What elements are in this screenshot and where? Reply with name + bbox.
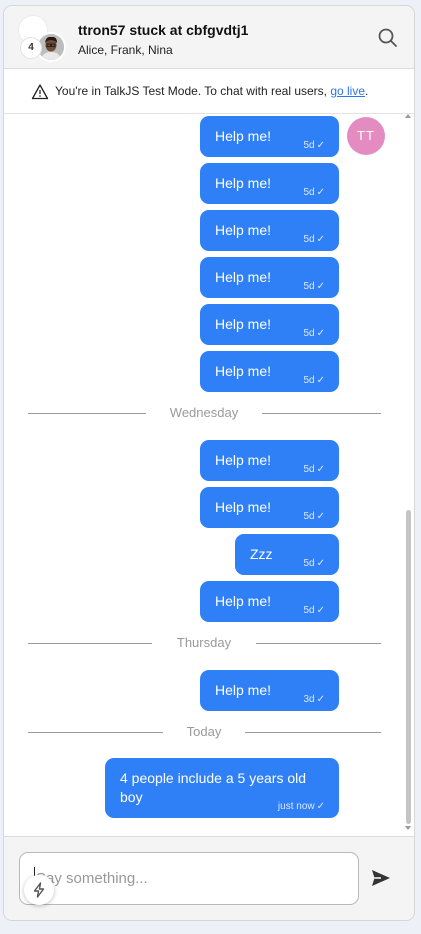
message-bubble[interactable]: Help me! 5d ✓: [200, 581, 339, 622]
search-icon: [378, 28, 397, 47]
participant-count-badge: 4: [20, 37, 42, 59]
message-meta: just now ✓: [278, 801, 325, 812]
send-icon: [372, 870, 390, 886]
message-time: 5d: [303, 605, 315, 616]
warning-icon: [31, 84, 49, 100]
message-time: just now: [277, 801, 315, 812]
participants-avatar-stack[interactable]: 4: [18, 15, 66, 62]
message-list-scrollbar[interactable]: [404, 114, 412, 832]
checkmark-icon: ✓: [316, 234, 325, 245]
message-meta: 3d ✓: [303, 694, 325, 705]
message-text: Help me!: [215, 316, 272, 332]
checkmark-icon: ✓: [316, 605, 325, 616]
search-button[interactable]: [376, 26, 400, 50]
sender-avatar[interactable]: TT: [347, 117, 385, 155]
message-text: Help me!: [215, 593, 272, 609]
message-time: 5d: [303, 464, 315, 475]
message-bubble[interactable]: Zzz 5d ✓: [235, 534, 339, 575]
message-text: Zzz: [250, 546, 273, 562]
date-separator-line: [28, 732, 163, 733]
scroll-down-arrow-icon[interactable]: [405, 826, 411, 830]
message-time: 5d: [303, 187, 315, 198]
message-time: 5d: [303, 328, 315, 339]
message-text: Help me!: [215, 682, 272, 698]
message-text: Help me!: [215, 269, 272, 285]
message-bubble[interactable]: Help me! 5d ✓: [200, 351, 339, 392]
chat-header: 4 ttron57 stuck at cbfgvdtj1 Alice, Fran…: [4, 6, 414, 69]
message-time: 5d: [303, 511, 315, 522]
actions-button[interactable]: [24, 875, 54, 905]
message-bubble[interactable]: Help me! 5d ✓: [200, 257, 339, 298]
chat-window: 4 ttron57 stuck at cbfgvdtj1 Alice, Fran…: [3, 5, 415, 921]
message-text: Help me!: [215, 175, 272, 191]
message-meta: 5d ✓: [303, 511, 325, 522]
message-input[interactable]: Say something...: [19, 852, 359, 905]
composer: Say something...: [4, 836, 414, 920]
conversation-participants: Alice, Frank, Nina: [78, 43, 173, 57]
message-text: Help me!: [215, 128, 272, 144]
message-time: 5d: [303, 558, 315, 569]
message-time: 5d: [303, 234, 315, 245]
message-meta: 5d ✓: [303, 464, 325, 475]
go-live-link[interactable]: go live: [330, 84, 365, 98]
message-meta: 5d ✓: [303, 140, 325, 151]
message-bubble[interactable]: Help me! 5d ✓: [200, 487, 339, 528]
banner-text: You're in TalkJS Test Mode. To chat with…: [55, 84, 368, 98]
checkmark-icon: ✓: [316, 801, 325, 812]
message-text: Help me!: [215, 222, 272, 238]
checkmark-icon: ✓: [316, 511, 325, 522]
message-meta: 5d ✓: [303, 328, 325, 339]
message-bubble[interactable]: Help me! 5d ✓: [200, 163, 339, 204]
conversation-title: ttron57 stuck at cbfgvdtj1: [78, 22, 249, 38]
test-mode-banner: You're in TalkJS Test Mode. To chat with…: [4, 69, 414, 114]
message-bubble[interactable]: Help me! 5d ✓: [200, 304, 339, 345]
message-meta: 5d ✓: [303, 558, 325, 569]
date-separator-wednesday: Wednesday: [169, 405, 239, 420]
checkmark-icon: ✓: [316, 558, 325, 569]
message-time: 5d: [303, 281, 315, 292]
checkmark-icon: ✓: [316, 328, 325, 339]
message-bubble[interactable]: Help me! 5d ✓: [200, 210, 339, 251]
message-bubble[interactable]: Help me! 3d ✓: [200, 670, 339, 711]
message-time: 5d: [303, 375, 315, 386]
date-separator-line: [245, 732, 381, 733]
message-meta: 5d ✓: [303, 187, 325, 198]
message-time: 5d: [303, 140, 315, 151]
send-button[interactable]: [369, 866, 393, 890]
message-bubble[interactable]: Help me! 5d ✓: [200, 440, 339, 481]
date-separator-line: [256, 643, 381, 644]
banner-message: You're in TalkJS Test Mode. To chat with…: [55, 84, 331, 98]
checkmark-icon: ✓: [316, 140, 325, 151]
date-separator-thursday: Thursday: [176, 635, 232, 650]
date-separator-line: [28, 643, 152, 644]
message-bubble[interactable]: Help me! 5d ✓: [200, 116, 339, 157]
lightning-icon: [33, 882, 45, 898]
message-meta: 5d ✓: [303, 605, 325, 616]
checkmark-icon: ✓: [316, 694, 325, 705]
message-text: Help me!: [215, 452, 272, 468]
message-text: Help me!: [215, 499, 272, 515]
checkmark-icon: ✓: [316, 464, 325, 475]
date-separator-line: [262, 413, 381, 414]
message-meta: 5d ✓: [303, 281, 325, 292]
message-meta: 5d ✓: [303, 375, 325, 386]
message-time: 3d: [303, 694, 315, 705]
date-separator-today: Today: [186, 724, 222, 739]
banner-period: .: [365, 84, 369, 98]
scrollbar-thumb[interactable]: [406, 510, 411, 824]
checkmark-icon: ✓: [316, 281, 325, 292]
message-meta: 5d ✓: [303, 234, 325, 245]
scroll-up-arrow-icon[interactable]: [405, 114, 411, 118]
checkmark-icon: ✓: [316, 375, 325, 386]
message-bubble[interactable]: 4 people include a 5 years old boy just …: [105, 758, 339, 818]
message-list: Help me! 5d ✓ TT Help me! 5d ✓ Help me! 5d…: [4, 114, 414, 836]
date-separator-line: [28, 413, 146, 414]
checkmark-icon: ✓: [316, 187, 325, 198]
message-text: Help me!: [215, 363, 272, 379]
